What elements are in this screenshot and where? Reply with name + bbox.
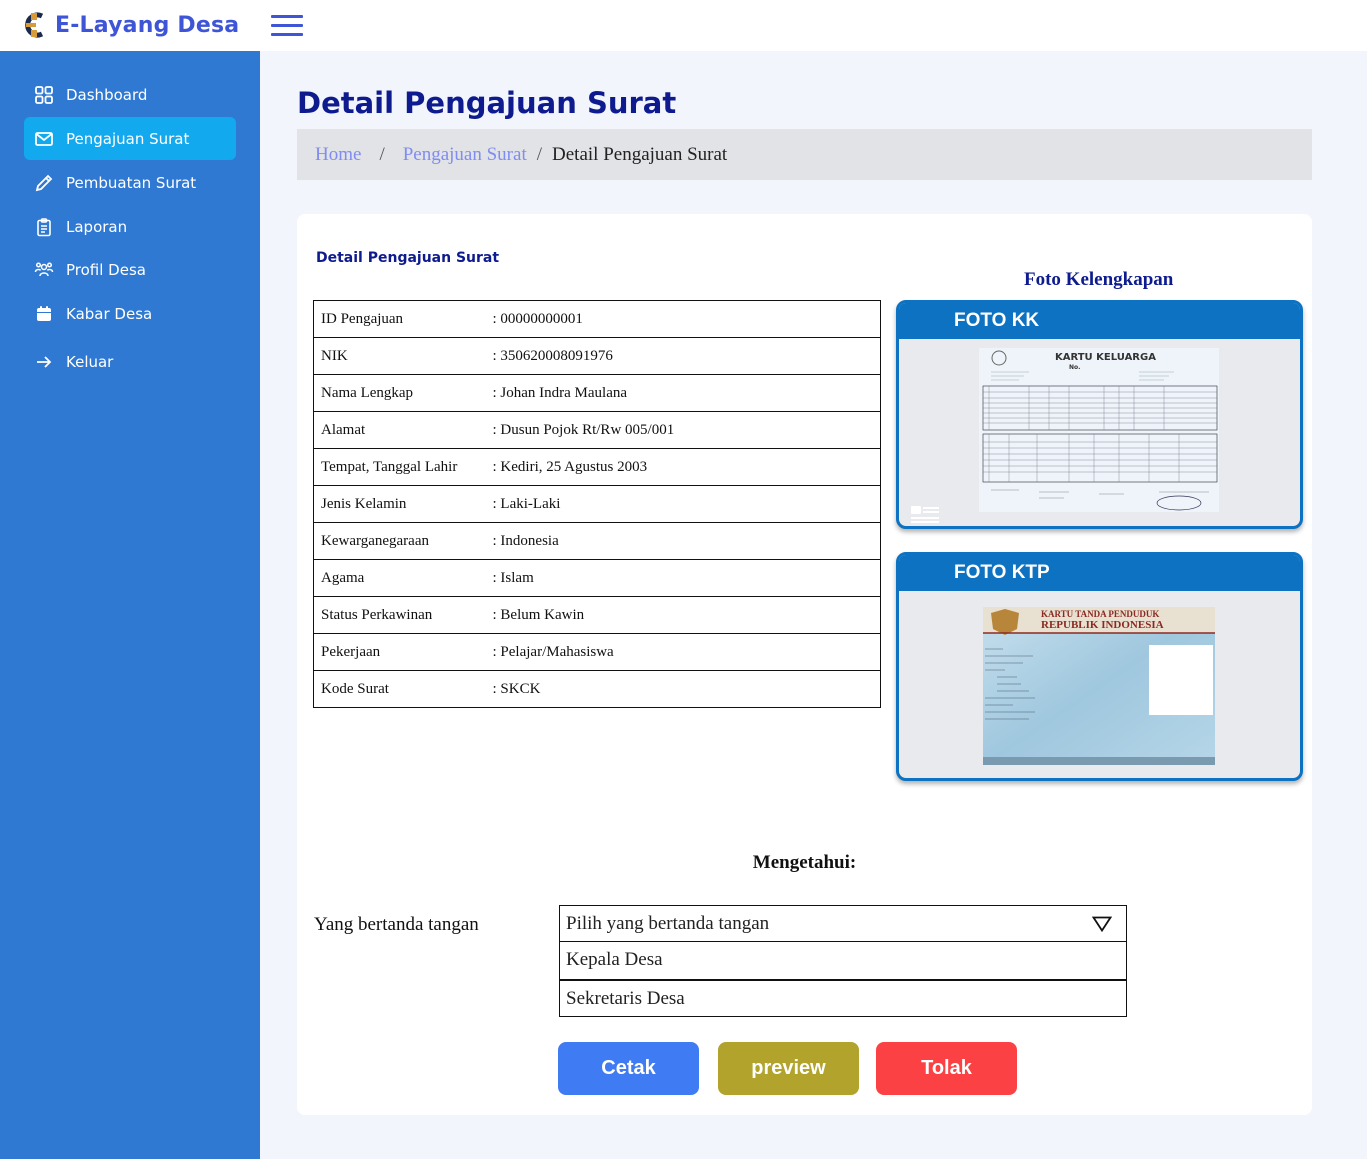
detail-row: NIK: 350620008091976 bbox=[313, 337, 881, 375]
sidebar-item-label: Laporan bbox=[66, 217, 128, 236]
menu-toggle-icon[interactable] bbox=[271, 15, 303, 37]
kk-doc-title: KARTU KELUARGA bbox=[1055, 352, 1156, 363]
detail-row: Kewarganegaraan: Indonesia bbox=[313, 522, 881, 560]
card-title: Detail Pengajuan Surat bbox=[316, 250, 500, 266]
detail-label: Kode Surat bbox=[313, 670, 493, 708]
sidebar-item-label: Pengajuan Surat bbox=[66, 129, 190, 148]
detail-label: Nama Lengkap bbox=[313, 374, 493, 412]
sidebar-item-profil-desa[interactable]: Profil Desa bbox=[24, 248, 236, 291]
sidebar-item-dashboard[interactable]: Dashboard bbox=[24, 73, 236, 116]
detail-row: ID Pengajuan: 00000000001 bbox=[313, 300, 881, 338]
detail-value: : 00000000001 bbox=[492, 300, 881, 338]
detail-row: Nama Lengkap: Johan Indra Maulana bbox=[313, 374, 881, 412]
foto-ktp-label: FOTO KTP bbox=[899, 555, 1300, 591]
sidebar-item-label: Profil Desa bbox=[66, 260, 146, 279]
top-bar: E-Layang Desa bbox=[0, 0, 1367, 51]
detail-label: Jenis Kelamin bbox=[313, 485, 493, 523]
detail-value: : Pelajar/Mahasiswa bbox=[492, 633, 881, 671]
detail-table: ID Pengajuan: 00000000001 NIK: 3506200080… bbox=[313, 300, 881, 708]
detail-value: : Johan Indra Maulana bbox=[492, 374, 881, 412]
mengetahui-heading: Mengetahui: bbox=[752, 852, 857, 873]
detail-value: : Kediri, 25 Agustus 2003 bbox=[492, 448, 881, 486]
sidebar-item-label: Kabar Desa bbox=[66, 304, 153, 323]
breadcrumb-parent-link[interactable]: Pengajuan Surat bbox=[403, 144, 527, 166]
detail-value: : Belum Kawin bbox=[492, 596, 881, 634]
grid-icon bbox=[34, 85, 54, 105]
detail-label: Agama bbox=[313, 559, 493, 597]
page-title: Detail Pengajuan Surat bbox=[297, 86, 677, 120]
triangle-down-icon bbox=[1092, 916, 1112, 932]
kk-document-image: KARTU KELUARGA No. bbox=[979, 348, 1219, 512]
detail-row: Alamat: Dusun Pojok Rt/Rw 005/001 bbox=[313, 411, 881, 449]
detail-label: Status Perkawinan bbox=[313, 596, 493, 634]
sidebar-item-label: Dashboard bbox=[66, 85, 148, 104]
breadcrumb-home-link[interactable]: Home bbox=[315, 144, 361, 166]
ktp-doc-line1: KARTU TANDA PENDUDUK bbox=[1041, 609, 1159, 619]
breadcrumb-current: Detail Pengajuan Surat bbox=[552, 143, 728, 165]
app-logo-icon bbox=[25, 12, 44, 38]
signatory-label: Yang bertanda tangan bbox=[314, 914, 479, 935]
detail-row: Tempat, Tanggal Lahir: Kediri, 25 Agustu… bbox=[313, 448, 881, 486]
sidebar-item-pengajuan-surat[interactable]: Pengajuan Surat bbox=[24, 117, 236, 160]
calendar-icon bbox=[34, 304, 54, 324]
detail-value: : Indonesia bbox=[492, 522, 881, 560]
people-icon bbox=[34, 260, 54, 280]
detail-value: : Dusun Pojok Rt/Rw 005/001 bbox=[492, 411, 881, 449]
sidebar-item-keluar[interactable]: Keluar bbox=[24, 340, 236, 383]
detail-label: Tempat, Tanggal Lahir bbox=[313, 448, 493, 486]
signatory-option-sekretaris-desa[interactable]: Sekretaris Desa bbox=[559, 980, 1127, 1017]
detail-label: Pekerjaan bbox=[313, 633, 493, 671]
detail-value: : Laki-Laki bbox=[492, 485, 881, 523]
mail-icon bbox=[34, 129, 54, 149]
detail-row: Agama: Islam bbox=[313, 559, 881, 597]
detail-value: : SKCK bbox=[492, 670, 881, 708]
tolak-button[interactable]: Tolak bbox=[876, 1042, 1017, 1095]
detail-value: : Islam bbox=[492, 559, 881, 597]
signatory-select[interactable]: Pilih yang bertanda tangan bbox=[559, 905, 1127, 942]
foto-heading: Foto Kelengkapan bbox=[1024, 269, 1174, 290]
signatory-option-kepala-desa[interactable]: Kepala Desa bbox=[559, 942, 1127, 980]
preview-button[interactable]: preview bbox=[718, 1042, 859, 1095]
breadcrumb-separator: / bbox=[379, 143, 385, 165]
sidebar: Dashboard Pengajuan Surat Pembuatan Sura… bbox=[0, 51, 260, 1159]
foto-kk-label: FOTO KK bbox=[899, 303, 1300, 339]
app-title: E-Layang Desa bbox=[55, 13, 240, 38]
detail-card: Detail Pengajuan Surat ID Pengajuan: 000… bbox=[297, 214, 1312, 1115]
sidebar-item-kabar-desa[interactable]: Kabar Desa bbox=[24, 292, 236, 335]
clipboard-icon bbox=[34, 217, 54, 237]
detail-row: Status Perkawinan: Belum Kawin bbox=[313, 596, 881, 634]
sidebar-item-pembuatan-surat[interactable]: Pembuatan Surat bbox=[24, 161, 236, 204]
detail-row: Pekerjaan: Pelajar/Mahasiswa bbox=[313, 633, 881, 671]
id-card-watermark-icon bbox=[911, 506, 941, 524]
detail-label: ID Pengajuan bbox=[313, 300, 493, 338]
signatory-select-value: Pilih yang bertanda tangan bbox=[566, 913, 770, 934]
detail-row: Kode Surat: SKCK bbox=[313, 670, 881, 708]
foto-ktp-card[interactable]: FOTO KTP KARTU TANDA PENDUDUK REPUBLIK I… bbox=[896, 552, 1303, 781]
sidebar-item-laporan[interactable]: Laporan bbox=[24, 205, 236, 248]
pencil-icon bbox=[34, 173, 54, 193]
sidebar-item-label: Pembuatan Surat bbox=[66, 173, 197, 192]
breadcrumb-separator: / bbox=[536, 143, 543, 165]
detail-label: Alamat bbox=[313, 411, 493, 449]
ktp-document-image: KARTU TANDA PENDUDUK REPUBLIK INDONESIA bbox=[983, 607, 1215, 765]
detail-value: : 350620008091976 bbox=[492, 337, 881, 375]
kk-doc-no: No. bbox=[1069, 364, 1080, 371]
breadcrumb: Home / Pengajuan Surat / Detail Pengajua… bbox=[297, 129, 1312, 180]
detail-label: Kewarganegaraan bbox=[313, 522, 493, 560]
detail-row: Jenis Kelamin: Laki-Laki bbox=[313, 485, 881, 523]
ktp-doc-line2: REPUBLIK INDONESIA bbox=[1041, 619, 1164, 631]
cetak-button[interactable]: Cetak bbox=[558, 1042, 699, 1095]
sidebar-item-label: Keluar bbox=[66, 352, 114, 371]
foto-kk-card[interactable]: FOTO KK KARTU KELUARGA No. bbox=[896, 300, 1303, 529]
arrow-right-icon bbox=[34, 352, 54, 372]
detail-label: NIK bbox=[313, 337, 493, 375]
